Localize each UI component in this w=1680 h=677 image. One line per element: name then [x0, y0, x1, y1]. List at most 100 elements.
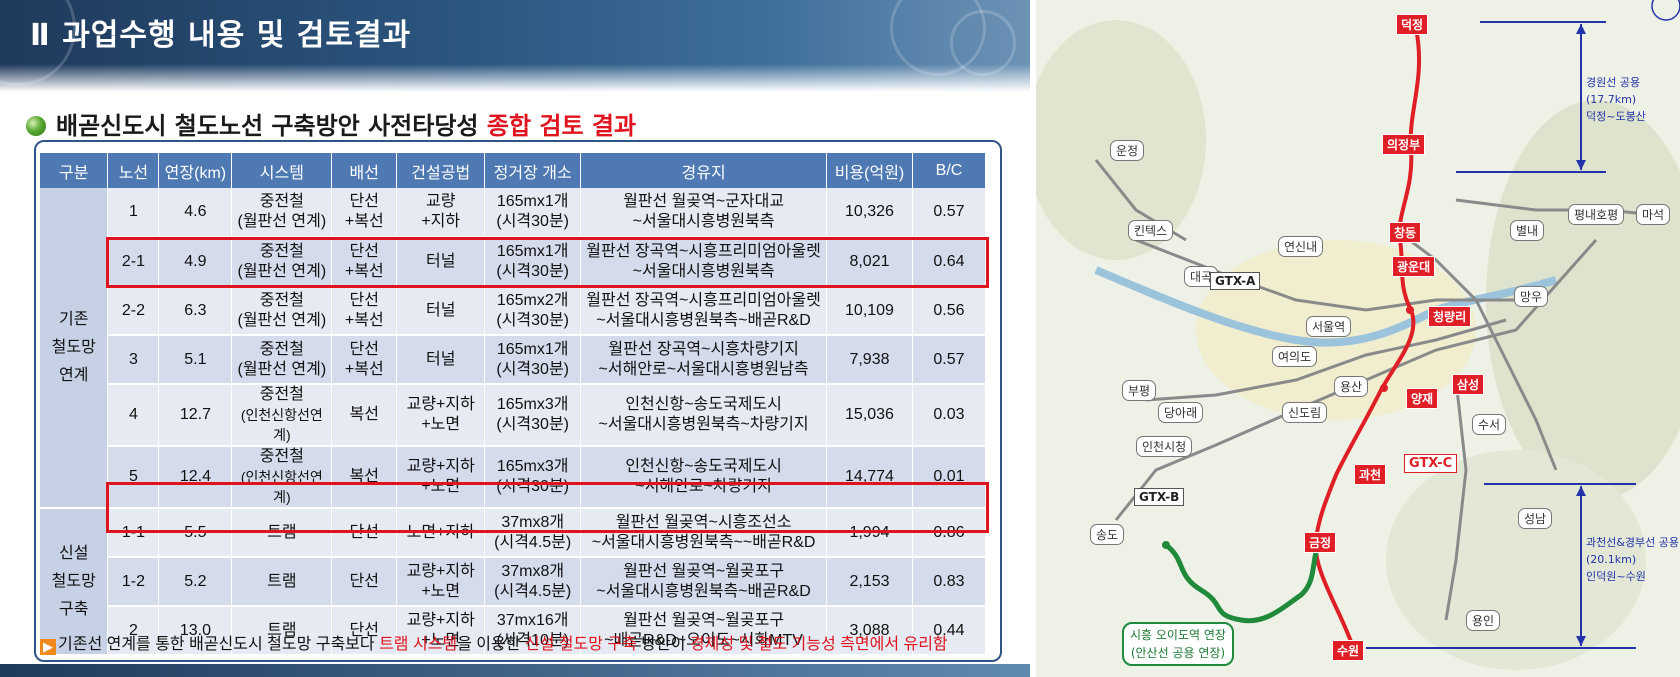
system-cell: 중전철 (월판선 연계): [231, 335, 333, 385]
label-seongnam: 성남: [1518, 508, 1553, 529]
track-cell: 복선: [331, 384, 398, 447]
conclusion-note: ▶ 기존선 연계를 통한 배곧신도시 철도망 구축보다 트램 시스템을 이용한 신…: [40, 630, 948, 655]
note-gyeongwon-shared: 경원선 공용 (17.7km) 덕정~도봉산: [1586, 76, 1646, 123]
highlight-box-route-2-1: [106, 237, 989, 288]
length-cell: 5.2: [158, 557, 233, 607]
header-cell: 연장(km): [158, 153, 233, 188]
system-cell: 중전철 (월판선 연계): [231, 188, 333, 238]
bc-cell: 0.03: [912, 384, 987, 447]
label-pyeongnae-hopyeong: 평내호평: [1568, 204, 1625, 225]
route-cell: 1: [107, 188, 160, 238]
station-yangjae: 양재: [1406, 388, 1439, 409]
cost-cell: 15,036: [826, 384, 913, 447]
header-cell: 정거장 개소: [484, 153, 582, 188]
highlight-box-route-1-1: [106, 482, 989, 533]
header-cell: 건설공법: [396, 153, 486, 188]
track-cell: 단선 +복선: [331, 188, 398, 238]
length-cell: 6.3: [158, 286, 233, 336]
heading-main: 배곧신도시 철도노선 구축방안 사전타당성: [56, 112, 487, 140]
group-label: 신설: [59, 544, 89, 562]
review-table: 구분 노선 연장(km) 시스템 배선 건설공법 정거장 개소 경유지 비용(억…: [40, 153, 987, 656]
label-maseok: 마석: [1636, 204, 1671, 225]
cost-cell: 2,153: [826, 557, 913, 607]
label-dangajeong: 당아래: [1158, 402, 1204, 423]
label-suseo: 수서: [1472, 414, 1507, 435]
station-dot: [1406, 306, 1414, 314]
stations-cell: 165mx1개 (시격30분): [484, 335, 582, 385]
route-cell: 3: [107, 335, 160, 385]
group-cell-existing: 기존 철도망 연계: [40, 188, 109, 509]
station-samseong: 삼성: [1452, 374, 1485, 395]
station-dot: [1380, 384, 1388, 392]
label-mangu: 망우: [1514, 286, 1549, 307]
via-cell: 월판선 월곶역~군자대교 ~서울대시흥병원북측: [580, 188, 827, 238]
header-cell: B/C: [912, 153, 987, 188]
table-header-row: 구분 노선 연장(km) 시스템 배선 건설공법 정거장 개소 경유지 비용(억…: [40, 153, 987, 188]
group-label: 철도망: [51, 338, 96, 356]
stations-cell: 37mx8개 (시격4.5분): [484, 557, 582, 607]
system-cell: 중전철 (인천신항선연계): [231, 384, 333, 447]
label-yongsan: 용산: [1334, 376, 1369, 397]
track-cell: 단선 +복선: [331, 335, 398, 385]
route-map: 덕정 의정부 창동 광운대 청량리 삼성 양재 과천 금정 수원 운정 킨텍스 …: [1030, 0, 1680, 677]
label-unjeong: 운정: [1110, 140, 1145, 161]
bc-cell: 0.57: [912, 188, 987, 238]
label-byeollae: 별내: [1510, 220, 1545, 241]
header-cell: 경유지: [580, 153, 827, 188]
track-cell: 단선: [331, 557, 398, 607]
via-cell: 월판선 장곡역~시흥프리미엄아울렛 ~서울대시흥병원북측~배곧R&D: [580, 286, 827, 336]
group-label: 구축: [59, 600, 89, 618]
table-row: 2-2 6.3 중전철 (월판선 연계) 단선 +복선 터널 165mx2개 (시격3…: [40, 286, 987, 336]
title-banner: Ⅱ 과업수행 내용 및 검토결과: [0, 0, 1030, 92]
table-row: 4 12.7 중전철 (인천신항선연계) 복선 교량+지하 +노면 165mx3개(…: [40, 384, 987, 447]
station-gwangundae: 광운대: [1392, 256, 1436, 277]
route-cell: 2-2: [107, 286, 160, 336]
label-gtx-a: GTX-A: [1210, 272, 1261, 290]
length-cell: 12.7: [158, 384, 233, 447]
station-dot: [1162, 541, 1170, 549]
label-yongin: 용인: [1466, 610, 1501, 631]
stations-cell: 165mx3개 (시격30분): [484, 384, 582, 447]
stations-cell: 165mx1개 (시격30분): [484, 188, 582, 238]
station-cheongnyangni: 청량리: [1428, 306, 1472, 327]
arrowhead: [1576, 24, 1586, 34]
oido-extension-line: [1164, 543, 1321, 624]
station-geumjeong: 금정: [1304, 532, 1337, 553]
length-cell: 5.1: [158, 335, 233, 385]
label-sindorim: 신도림: [1282, 402, 1328, 423]
note-oido-extension: 시흥 오이도역 연장 (안산선 공용 연장): [1122, 622, 1234, 666]
system-cell: 트램: [231, 557, 333, 607]
bc-cell: 0.56: [912, 286, 987, 336]
via-cell: 월판선 월곶역~월곶포구 ~서울대시흥병원북측~배곧R&D: [580, 557, 827, 607]
label-bupyeong: 부평: [1122, 380, 1157, 401]
method-cell: 터널: [396, 335, 486, 385]
stations-cell: 165mx2개 (시격30분): [484, 286, 582, 336]
station-uijeongbu: 의정부: [1382, 134, 1426, 155]
bullet-icon: [26, 116, 46, 136]
slide-panel: Ⅱ 과업수행 내용 및 검토결과 배곧신도시 철도노선 구축방안 사전타당성 종…: [0, 0, 1030, 677]
label-kintex: 킨텍스: [1128, 220, 1174, 241]
cost-cell: 10,326: [826, 188, 913, 238]
label-incheon-cityhall: 인천시청: [1136, 436, 1193, 457]
label-yeouido: 여의도: [1272, 346, 1318, 367]
length-cell: 4.6: [158, 188, 233, 238]
header-cell: 배선: [331, 153, 398, 188]
arrow-icon: ▶: [40, 639, 56, 655]
cost-cell: 7,938: [826, 335, 913, 385]
route-cell: 1-2: [107, 557, 160, 607]
via-cell: 월판선 장곡역~시흥차량기지 ~서해안로~서울대시흥병원남측: [580, 335, 827, 385]
bc-cell: 0.83: [912, 557, 987, 607]
bottom-band: [0, 664, 1030, 677]
method-cell: 교량+지하 +노면: [396, 384, 486, 447]
track-cell: 단선 +복선: [331, 286, 398, 336]
station-suwon: 수원: [1332, 640, 1365, 661]
table-row: 기존 철도망 연계 1 4.6 중전철 (월판선 연계) 단선 +복선 교량 +지하 …: [40, 188, 987, 509]
bc-cell: 0.57: [912, 335, 987, 385]
map-canvas: [1036, 0, 1680, 670]
table-row: 1-2 5.2 트램 단선 교량+지하 +노면 37mx8개 (시격4.5분) 월판…: [40, 557, 987, 607]
station-gwacheon: 과천: [1354, 464, 1387, 485]
header-cell: 시스템: [231, 153, 333, 188]
station-changdong: 창동: [1389, 222, 1422, 243]
label-songdo: 송도: [1090, 524, 1125, 545]
section-title: Ⅱ 과업수행 내용 및 검토결과: [30, 18, 412, 53]
